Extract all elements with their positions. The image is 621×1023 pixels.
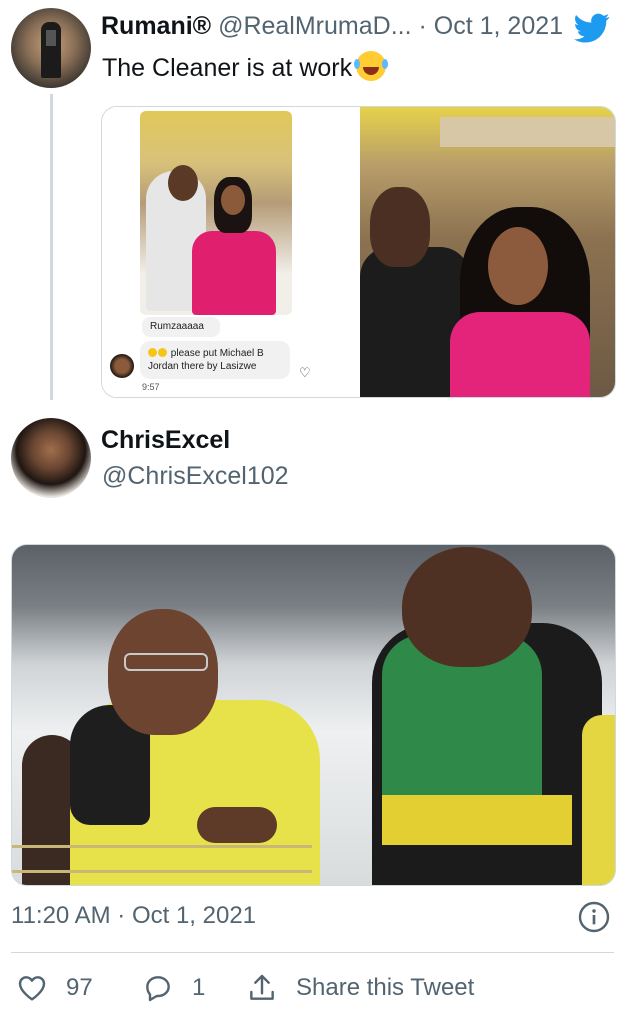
photo-woman-top: [450, 312, 590, 397]
chat-bubble-2: please put Michael B Jordan there by Las…: [140, 341, 290, 379]
tweet-photo[interactable]: [11, 544, 616, 886]
reply-button[interactable]: 1: [142, 970, 205, 1006]
info-icon[interactable]: [578, 901, 610, 933]
author-display-name[interactable]: ChrisExcel: [101, 424, 230, 456]
photo-person-right: [192, 231, 276, 315]
chat-time: 9:57: [142, 382, 160, 392]
share-label: Share this Tweet: [296, 974, 475, 1001]
quoted-handle[interactable]: @RealMrumaD...: [218, 12, 411, 40]
photo-face-right: [221, 185, 245, 215]
quoted-author-row: Rumani® @RealMrumaD... · Oct 1, 2021: [101, 10, 571, 42]
quoted-media-card[interactable]: Rumzaaaaa please put Michael B Jordan th…: [101, 106, 616, 398]
laughing-emoji-icon: [158, 348, 167, 357]
photo-woman-face: [488, 227, 548, 305]
quoted-display-name[interactable]: Rumani®: [101, 12, 211, 40]
reply-icon: [146, 976, 170, 1002]
avatar-phone: [46, 30, 56, 46]
photo-rail: [12, 845, 312, 873]
photo-handshake: [197, 807, 277, 843]
author-avatar[interactable]: [11, 418, 91, 498]
thread-line: [50, 94, 53, 400]
photo-man-head: [370, 187, 430, 267]
photo-edge-person: [582, 715, 615, 885]
photo-head-left: [168, 165, 198, 201]
separator-dot: ·: [418, 12, 427, 40]
chat-bubble-2-line1: please put Michael B: [170, 348, 264, 359]
photo-left-man-head: [108, 609, 218, 735]
like-button[interactable]: 97: [16, 970, 93, 1006]
chat-bubble-2-line2: Jordan there by Lasizwe: [148, 361, 257, 372]
like-count: 97: [66, 974, 93, 1001]
photo-shelf: [440, 117, 615, 147]
heart-react-icon: ♡: [299, 365, 311, 380]
laughing-emoji-icon: [354, 51, 387, 81]
photo-right-man-head: [402, 547, 532, 667]
action-divider: [11, 952, 614, 953]
quoted-date[interactable]: Oct 1, 2021: [434, 12, 563, 40]
photo-right-man-stripe: [382, 795, 572, 845]
chat-screenshot-image[interactable]: Rumzaaaaa please put Michael B Jordan th…: [102, 107, 358, 397]
chat-shared-photo: [140, 111, 292, 315]
couple-photo-image[interactable]: [360, 107, 615, 397]
chat-bubble-1: Rumzaaaaa: [142, 317, 220, 337]
share-icon: [250, 974, 274, 1000]
author-handle[interactable]: @ChrisExcel102: [102, 460, 289, 492]
reply-count: 1: [192, 974, 206, 1001]
photo-glasses: [124, 653, 208, 671]
tweet-timestamp[interactable]: 11:20 AM · Oct 1, 2021: [11, 900, 256, 932]
laughing-emoji-icon: [148, 348, 157, 357]
chat-avatar: [110, 354, 134, 378]
share-button[interactable]: Share this Tweet: [246, 970, 474, 1006]
quoted-text: The Cleaner is at work: [102, 54, 353, 82]
quoted-author-avatar[interactable]: [11, 8, 91, 88]
twitter-bird-icon: [574, 13, 610, 43]
heart-icon: [18, 976, 46, 1001]
quoted-tweet-text: The Cleaner is at work: [102, 51, 387, 84]
